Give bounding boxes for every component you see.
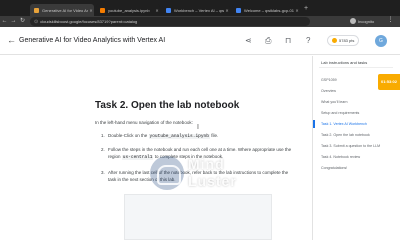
sidebar-item-learn[interactable]: What you'll learn: [321, 100, 347, 104]
step-text-pre: Double-Click on the: [108, 133, 149, 138]
browser-tab-lab[interactable]: Generative AI for Video Analy ✕: [30, 4, 94, 16]
close-icon[interactable]: ✕: [154, 8, 160, 13]
lab-content: Task 2. Open the lab notebook In the lef…: [0, 56, 312, 240]
credits-value: 5783 pts: [339, 38, 355, 43]
site-info-icon[interactable]: ⊙: [34, 19, 38, 25]
help-icon[interactable]: ?: [306, 36, 310, 45]
new-tab-button[interactable]: +: [304, 4, 308, 13]
sidebar-item-task-4[interactable]: Task 4. Notebook review: [321, 155, 360, 159]
incognito-label: Incognito: [358, 18, 375, 24]
code-filename[interactable]: youtube_analysis.ipynb: [148, 134, 210, 139]
address-bar-url: cloudskillsboost.google/focuses/83719?pa…: [40, 19, 138, 24]
lab-timer-badge: 01:53:02: [378, 74, 400, 90]
sidebar-title: Lab instructions and tasks: [321, 60, 368, 65]
google-cloud-favicon-icon: [236, 7, 241, 13]
watermark-line-2: Luster: [188, 173, 237, 189]
share-icon[interactable]: ⋖: [245, 36, 252, 45]
credits-icon: [332, 38, 337, 43]
incognito-icon: [350, 18, 356, 24]
jupyter-favicon-icon: [100, 7, 105, 13]
browser-tab-notebook[interactable]: youtube_analysis.ipynb ✕: [96, 4, 160, 16]
sidebar-item-task-1[interactable]: Task 1. Vertex AI Workbench: [313, 120, 367, 128]
divider: [319, 67, 393, 68]
incognito-indicator[interactable]: Incognito: [350, 18, 374, 24]
reload-icon[interactable]: ↻: [18, 17, 27, 26]
cloudskillsboost-favicon-icon: [34, 7, 39, 13]
sidebar-item-task-3[interactable]: Task 3. Submit a question to the LLM: [321, 144, 380, 148]
step-text: Double-Click on the youtube_analysis.ipy…: [108, 132, 292, 140]
browser-toolbar: ← → ↻ ⊙ cloudskillsboost.google/focuses/…: [0, 16, 400, 27]
avatar[interactable]: G: [375, 35, 387, 47]
sidebar-item-congrats[interactable]: Congratulations!: [321, 166, 347, 170]
step-number: 2.: [101, 147, 105, 152]
sidebar-item-task-2[interactable]: Task 2. Open the lab notebook: [321, 133, 370, 137]
bookmark-icon[interactable]: ⊓: [285, 36, 291, 45]
intro-text: In the left-hand menu navigation of the …: [95, 120, 193, 125]
brain-logo-icon: [150, 156, 184, 190]
forward-icon[interactable]: →: [9, 17, 18, 26]
address-bar[interactable]: ⊙ cloudskillsboost.google/focuses/83719?…: [30, 17, 310, 26]
page-title: Generative AI for Video Analytics with V…: [19, 37, 166, 44]
browser-tabstrip: Generative AI for Video Analy ✕ youtube_…: [0, 0, 400, 16]
task-heading: Task 2. Open the lab notebook: [95, 100, 240, 111]
close-icon[interactable]: ✕: [88, 8, 94, 13]
watermark-line-1: Mind: [188, 156, 225, 172]
tab-title: Welcome – qwiklabs-gcp-01-: [244, 7, 294, 13]
step-number: 1.: [101, 133, 105, 138]
watermark: Mind Luster: [150, 156, 280, 196]
google-cloud-favicon-icon: [166, 7, 171, 13]
sidebar-item-setup[interactable]: Setup and requirements: [321, 111, 359, 115]
step-text-post: file.: [209, 133, 219, 138]
back-icon[interactable]: ←: [0, 17, 9, 26]
text-cursor-icon: I: [197, 124, 199, 131]
app-header: ← Generative AI for Video Analytics with…: [0, 27, 400, 55]
tab-title: Generative AI for Video Analy: [42, 7, 88, 13]
step-number: 3.: [101, 170, 105, 175]
close-icon[interactable]: ✕: [294, 8, 300, 13]
back-arrow-icon[interactable]: ←: [7, 36, 16, 45]
instruction-screenshot: [124, 194, 272, 240]
browser-tab-workbench[interactable]: Workbench – Vertex AI – qwi ✕: [162, 4, 230, 16]
browser-tab-welcome[interactable]: Welcome – qwiklabs-gcp-01- ✕: [232, 4, 300, 16]
sidebar-item-gsp[interactable]: GSP1059: [321, 78, 337, 82]
print-icon[interactable]: ⎙: [265, 36, 271, 45]
credits-badge[interactable]: 5783 pts: [327, 35, 360, 46]
close-icon[interactable]: ✕: [224, 8, 230, 13]
tab-title: Workbench – Vertex AI – qwi: [174, 7, 224, 13]
tab-title: youtube_analysis.ipynb: [108, 7, 150, 13]
browser-menu-icon[interactable]: ⋮: [386, 16, 395, 25]
code-region[interactable]: us-central1: [121, 155, 154, 160]
sidebar-item-overview[interactable]: Overview: [321, 89, 336, 93]
step-1: 1. Double-Click on the youtube_analysis.…: [101, 132, 301, 140]
